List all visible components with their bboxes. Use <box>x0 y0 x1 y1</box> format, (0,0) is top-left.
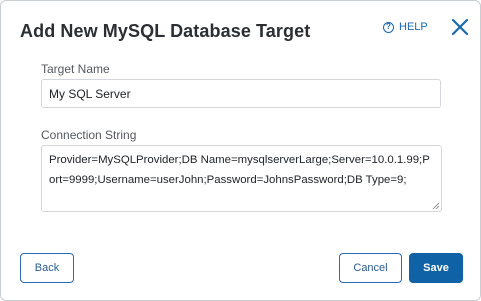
connection-string-value: Provider=MySQLProvider;DB Name=mysqlserv… <box>49 154 430 186</box>
add-target-dialog: Add New MySQL Database Target ? HELP Tar… <box>0 0 481 301</box>
help-label: HELP <box>399 21 428 33</box>
resize-grip-icon[interactable] <box>432 202 439 209</box>
cancel-button[interactable]: Cancel <box>339 253 402 283</box>
dialog-title: Add New MySQL Database Target <box>20 21 311 41</box>
target-name-input[interactable] <box>41 79 441 108</box>
close-icon <box>451 18 469 36</box>
close-button[interactable] <box>449 16 471 38</box>
back-button[interactable]: Back <box>20 253 74 283</box>
save-button[interactable]: Save <box>409 253 463 283</box>
target-name-label: Target Name <box>41 62 110 76</box>
connection-string-textarea[interactable]: Provider=MySQLProvider;DB Name=mysqlserv… <box>41 145 442 212</box>
question-circle-icon: ? <box>383 21 394 33</box>
help-link[interactable]: ? HELP <box>383 21 428 33</box>
connection-string-label: Connection String <box>41 128 137 142</box>
